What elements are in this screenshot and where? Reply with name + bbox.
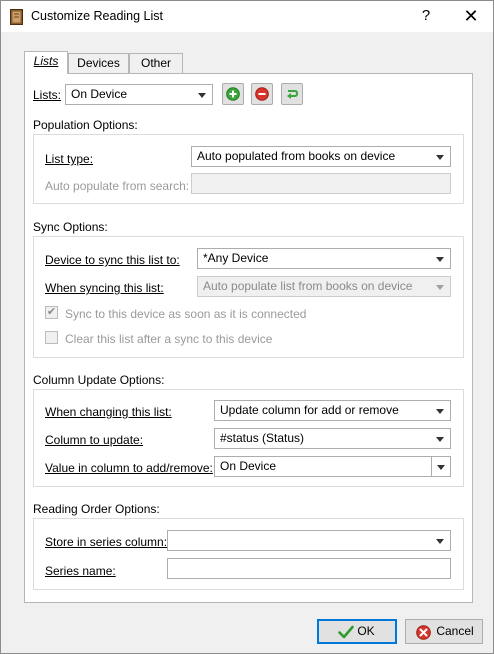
list-type-label-text: List type: (45, 152, 94, 166)
rename-list-button[interactable] (281, 83, 303, 105)
changing-label: When changing this list: (45, 405, 172, 419)
series-name-input[interactable] (167, 558, 451, 579)
changing-value: Update column for add or remove (220, 403, 399, 417)
checkmark-icon: ✔ (46, 306, 57, 318)
list-type-value: Auto populated from books on device (197, 149, 396, 163)
help-button[interactable]: ? (414, 5, 438, 27)
column-label-text: Column to update: (45, 433, 144, 447)
checkmark-icon (338, 625, 354, 639)
sync-on-connect-label: Sync to this device as soon as it is con… (65, 307, 307, 321)
sync-heading: Sync Options: (33, 220, 108, 234)
column-combo[interactable]: #status (Status) (214, 428, 451, 449)
cancel-button[interactable]: Cancel (405, 619, 483, 644)
series-column-combo[interactable] (167, 530, 451, 551)
changing-combo[interactable]: Update column for add or remove (214, 400, 451, 421)
chevron-down-icon (436, 409, 444, 414)
tab-other-label: Other (140, 56, 171, 70)
tab-devices[interactable]: Devices (68, 53, 129, 73)
chevron-down-icon (198, 93, 206, 98)
when-syncing-label: When syncing this list: (45, 281, 164, 295)
tab-other[interactable]: Other (129, 53, 183, 73)
list-type-combo[interactable]: Auto populated from books on device (191, 146, 451, 167)
series-column-label: Store in series column: (45, 535, 167, 549)
lists-label: Lists: (33, 88, 61, 102)
add-list-button[interactable] (222, 83, 244, 105)
chevron-down-icon (436, 285, 444, 290)
chevron-down-icon (436, 155, 444, 160)
device-label: Device to sync this list to: (45, 253, 180, 267)
device-label-text: Device to sync this list to: (45, 253, 180, 267)
remove-icon (255, 87, 269, 101)
value-combo[interactable]: On Device (214, 456, 451, 477)
book-icon (10, 9, 23, 25)
value-label-text: Value in column to add/remove: (45, 461, 213, 475)
column-value: #status (Status) (220, 431, 305, 445)
series-name-label-text: Series name: (45, 564, 116, 578)
close-button[interactable]: ✕ (457, 5, 485, 27)
population-heading: Population Options: (33, 118, 138, 132)
tab-lists[interactable]: Lists (24, 51, 68, 74)
lists-label-text: Lists: (33, 88, 62, 102)
dialog-window: Customize Reading List ? ✕ Lists Devices… (0, 0, 494, 654)
ok-label: OK (357, 624, 375, 638)
clear-after-sync-label: Clear this list after a sync to this dev… (65, 332, 273, 346)
lists-combo[interactable]: On Device (65, 84, 213, 105)
sync-on-connect-checkbox[interactable]: ✔ (45, 306, 58, 319)
tab-panel-lists: Lists: On Device Population Options: Lis… (24, 73, 473, 603)
chevron-down-icon (436, 437, 444, 442)
column-label: Column to update: (45, 433, 143, 447)
ok-button[interactable]: OK (317, 619, 397, 644)
add-icon (226, 87, 240, 101)
reading-order-group (33, 518, 464, 590)
list-type-label: List type: (45, 152, 93, 166)
chevron-down-icon (436, 539, 444, 544)
when-syncing-combo[interactable]: Auto populate list from books on device (197, 276, 451, 297)
title-bar: Customize Reading List ? ✕ (1, 1, 493, 32)
lists-combo-value: On Device (71, 87, 128, 101)
tab-devices-label: Devices (77, 56, 120, 70)
remove-list-button[interactable] (251, 83, 273, 105)
when-syncing-label-text: When syncing this list: (45, 281, 164, 295)
value-label: Value in column to add/remove: (45, 461, 213, 475)
cancel-icon (416, 625, 431, 640)
changing-label-text: When changing this list: (45, 405, 172, 419)
reading-order-heading: Reading Order Options: (33, 502, 160, 516)
when-syncing-value: Auto populate list from books on device (203, 279, 413, 293)
chevron-down-icon (436, 257, 444, 262)
device-value: *Any Device (203, 251, 269, 265)
device-combo[interactable]: *Any Device (197, 248, 451, 269)
rename-icon (287, 90, 299, 99)
auto-search-label: Auto populate from search: (45, 179, 190, 193)
chevron-down-icon (437, 465, 445, 470)
value-combo-dropdown[interactable] (431, 457, 450, 476)
column-update-heading: Column Update Options: (33, 373, 165, 387)
window-title: Customize Reading List (31, 9, 164, 23)
cancel-label: Cancel (436, 624, 474, 638)
tab-lists-label: Lists (33, 54, 59, 68)
clear-after-sync-checkbox[interactable] (45, 331, 58, 344)
value-value: On Device (220, 459, 277, 473)
series-name-label: Series name: (45, 564, 116, 578)
auto-search-input[interactable] (191, 173, 451, 194)
series-column-label-text: Store in series column: (45, 535, 168, 549)
